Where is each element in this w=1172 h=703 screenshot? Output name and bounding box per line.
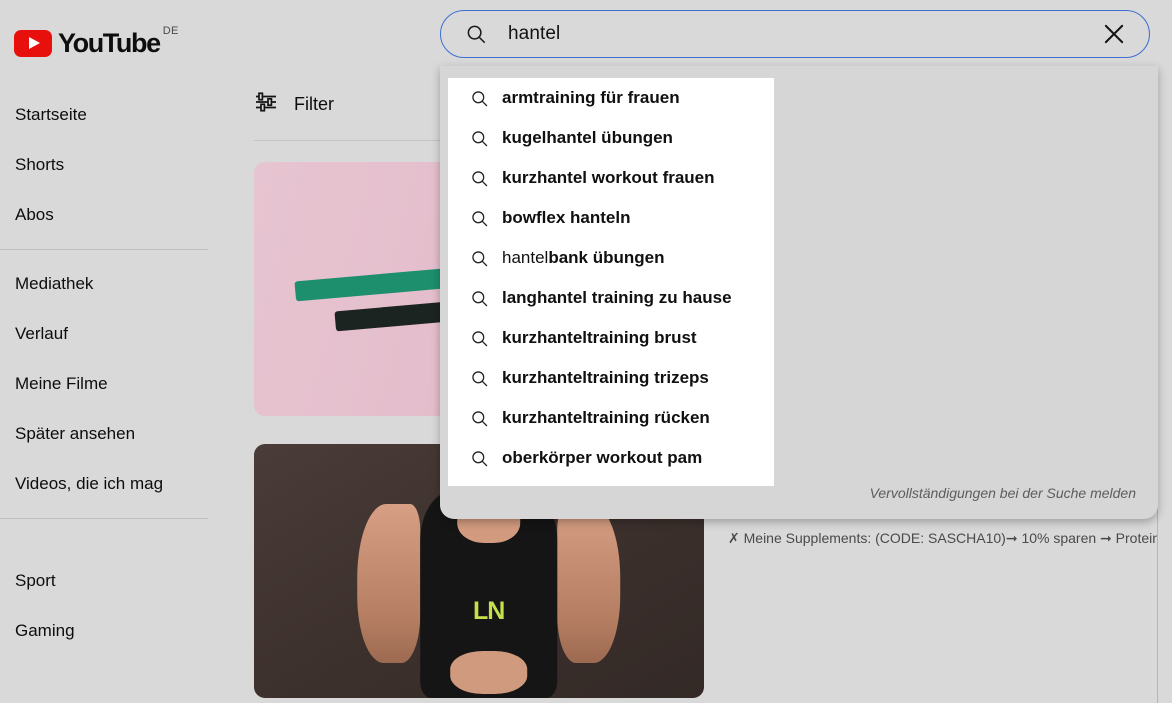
youtube-search-page: YouTube DE hantel Startseite Shorts Abos… xyxy=(0,0,1172,703)
suggestion-completion: kurzhantel workout frauen xyxy=(502,168,715,187)
search-icon xyxy=(470,369,492,388)
search-input[interactable]: hantel xyxy=(508,23,1099,45)
sidebar-item-label: Später ansehen xyxy=(15,424,136,443)
suggestion-item[interactable]: bowflex hanteln xyxy=(448,198,774,238)
suggestion-item[interactable]: oberkörper workout pam xyxy=(448,438,774,478)
search-bar[interactable]: hantel xyxy=(440,10,1150,58)
suggestion-completion: armtraining für frauen xyxy=(502,88,680,107)
search-icon xyxy=(470,89,492,108)
search-icon xyxy=(470,289,492,308)
sidebar-item-label: Shorts xyxy=(15,155,65,174)
sidebar-item-sport[interactable]: Sport xyxy=(0,556,208,606)
suggestion-label: oberkörper workout pam xyxy=(502,448,702,468)
sidebar-item-label: Mediathek xyxy=(15,274,94,293)
sidebar-item-label: Abos xyxy=(15,205,54,224)
sidebar-item-mediathek[interactable]: Mediathek xyxy=(0,259,208,309)
vertical-scrollbar[interactable] xyxy=(1157,68,1172,703)
suggestion-item[interactable]: kurzhanteltraining rücken xyxy=(448,398,774,438)
suggestion-label: kurzhantel workout frauen xyxy=(502,168,715,188)
search-suggestions-panel: armtraining für frauen kugelhantel übung… xyxy=(440,66,1158,519)
filter-button[interactable]: Filter xyxy=(254,90,334,119)
video-description: ✗ Meine Supplements: (CODE: SASCHA10)➞ 1… xyxy=(728,530,1161,546)
suggestion-label: kurzhanteltraining brust xyxy=(502,328,697,348)
suggestion-completion: kurzhanteltraining rücken xyxy=(502,408,710,427)
suggestion-item[interactable]: kurzhanteltraining brust xyxy=(448,318,774,358)
suggestion-item[interactable]: armtraining für frauen xyxy=(448,78,774,118)
suggestion-completion: bowflex hanteln xyxy=(502,208,631,227)
youtube-logo[interactable]: YouTube DE xyxy=(14,12,179,57)
youtube-logo-mark[interactable]: YouTube xyxy=(14,27,161,58)
thumbnail-arm-left-graphic xyxy=(357,503,421,664)
filter-button-label: Filter xyxy=(294,93,334,114)
suggestion-completion: oberkörper workout pam xyxy=(502,448,703,467)
suggestion-item[interactable]: langhantel training zu hause xyxy=(448,278,774,318)
sidebar-item-verlauf[interactable]: Verlauf xyxy=(0,309,208,359)
search-icon xyxy=(470,129,492,148)
clear-search-button[interactable] xyxy=(1099,19,1129,49)
sidebar-item-spaeter-ansehen[interactable]: Später ansehen xyxy=(0,409,208,459)
sidebar-item-label: Meine Filme xyxy=(15,374,108,393)
suggestion-item[interactable]: kurzhanteltraining trizeps xyxy=(448,358,774,398)
search-icon xyxy=(470,329,492,348)
country-code-label: DE xyxy=(162,24,179,37)
suggestion-item[interactable]: kurzhantel workout frauen xyxy=(448,158,774,198)
youtube-logo-text: YouTube xyxy=(58,27,161,58)
sidebar-item-videos-die-ich-mag[interactable]: Videos, die ich mag xyxy=(0,459,208,509)
suggestion-completion: bank übungen xyxy=(548,248,665,267)
search-icon xyxy=(470,409,492,428)
suggestion-label: hantelbank übungen xyxy=(502,248,665,268)
search-suggestions-list: armtraining für frauen kugelhantel übung… xyxy=(448,78,774,486)
sidebar-item-abos[interactable]: Abos xyxy=(0,190,208,240)
sidebar-item-label: Verlauf xyxy=(15,324,68,343)
suggestion-label: kugelhantel übungen xyxy=(502,128,673,148)
suggestion-completion: kurzhanteltraining brust xyxy=(502,328,697,347)
suggestion-prefix: hantel xyxy=(502,248,549,267)
youtube-play-icon xyxy=(14,29,52,57)
suggestion-item[interactable]: kugelhantel übungen xyxy=(448,118,774,158)
thumbnail-clasped-hands-graphic xyxy=(449,650,528,694)
report-suggestions-link[interactable]: Vervollständigungen bei der Suche melden xyxy=(870,485,1136,501)
sidebar-item-label: Startseite xyxy=(15,105,87,124)
suggestion-item[interactable]: hantelbank übungen xyxy=(448,238,774,278)
suggestion-label: langhantel training zu hause xyxy=(502,288,732,308)
sidebar-item-label: Gaming xyxy=(15,621,75,640)
search-icon xyxy=(465,23,487,45)
suggestion-label: bowflex hanteln xyxy=(502,208,630,228)
suggestion-label: kurzhanteltraining trizeps xyxy=(502,368,709,388)
search-icon xyxy=(470,449,492,468)
sidebar: Startseite Shorts Abos Mediathek Verlauf… xyxy=(0,68,208,703)
thumbnail-arm-right-graphic xyxy=(556,503,620,664)
suggestion-label: kurzhanteltraining rücken xyxy=(502,408,710,428)
suggestion-completion: langhantel training zu hause xyxy=(502,288,732,307)
suggestion-label: armtraining für frauen xyxy=(502,88,680,108)
sidebar-item-meine-filme[interactable]: Meine Filme xyxy=(0,359,208,409)
sidebar-item-label: Videos, die ich mag xyxy=(15,474,164,493)
search-icon xyxy=(470,249,492,268)
sidebar-divider-1 xyxy=(0,249,208,250)
sidebar-item-shorts[interactable]: Shorts xyxy=(0,140,208,190)
search-icon xyxy=(470,209,492,228)
suggestion-completion: kugelhantel übungen xyxy=(502,128,673,147)
sidebar-item-label: Sport xyxy=(15,571,56,590)
search-icon xyxy=(470,169,492,188)
tune-sliders-icon xyxy=(254,90,278,119)
sidebar-item-gaming[interactable]: Gaming xyxy=(0,606,208,656)
thumbnail-brand-logo-text: LN xyxy=(473,597,505,626)
sidebar-divider-2 xyxy=(0,518,208,519)
suggestion-completion: kurzhanteltraining trizeps xyxy=(502,368,709,387)
sidebar-item-startseite[interactable]: Startseite xyxy=(0,90,208,140)
